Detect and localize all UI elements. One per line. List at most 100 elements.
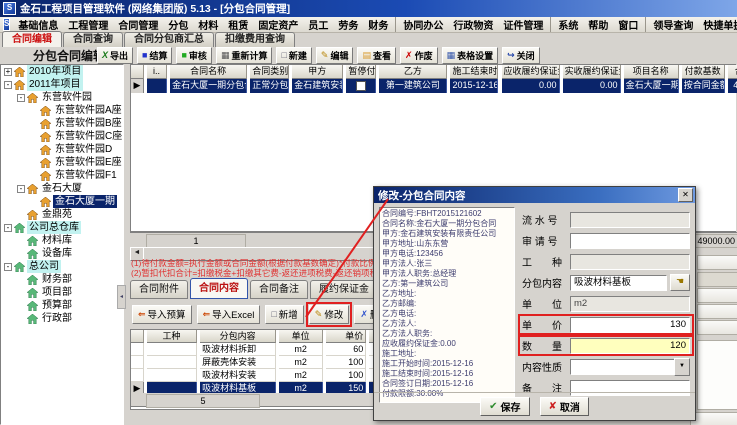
- toolbar-button[interactable]: 作废: [400, 47, 438, 64]
- contract-row[interactable]: ▶ 金石大厦一期分包合同 正常分包 金石建筑安装有限 第一建筑公司 2015-1…: [131, 79, 736, 93]
- toolbar-button[interactable]: 编辑: [316, 47, 354, 64]
- menu-item[interactable]: 合同管理: [113, 17, 163, 32]
- col-contract-amount[interactable]: 合同金额: [728, 65, 737, 79]
- unit-price-input[interactable]: 130: [570, 317, 690, 333]
- tree-expander-icon[interactable]: -: [17, 94, 25, 102]
- toolbar-button[interactable]: 查看: [357, 47, 396, 64]
- toolbar-button[interactable]: 表格设置: [442, 47, 499, 64]
- tree-expander-icon[interactable]: -: [4, 81, 12, 89]
- tree-item[interactable]: 东营软件园C座: [1, 130, 123, 143]
- content-lookup-icon[interactable]: ☚: [670, 274, 690, 291]
- dialog-close-icon[interactable]: ✕: [678, 188, 693, 202]
- detail-toolbar-button[interactable]: 修改: [309, 305, 350, 324]
- tree-expander-icon[interactable]: -: [4, 224, 12, 232]
- tree-item[interactable]: 东营软件园D: [1, 143, 123, 156]
- serial-input[interactable]: [570, 212, 690, 228]
- menu-item[interactable]: 租赁: [223, 17, 253, 32]
- content-input[interactable]: 吸波材料基板: [570, 275, 667, 291]
- cancel-button[interactable]: ✘ 取消: [540, 397, 589, 416]
- tree-item[interactable]: 行政部: [1, 312, 123, 325]
- tree-item[interactable]: - 金石大厦: [1, 182, 123, 195]
- toolbar-button[interactable]: 关闭: [502, 47, 540, 64]
- tree-item[interactable]: 东营软件园A座: [1, 104, 123, 117]
- col-party-a[interactable]: 甲方: [292, 65, 343, 79]
- col-subcontract-content[interactable]: 分包内容: [200, 330, 276, 343]
- col-end-date[interactable]: 施工结束时间: [450, 65, 498, 79]
- tree-item[interactable]: - 东营软件园: [1, 91, 123, 104]
- contract-info-line: 施工结束时间:2015-12-16: [382, 369, 512, 379]
- col-deposit-due[interactable]: 应收履约保证金: [502, 65, 560, 79]
- toolbar-button[interactable]: 新建: [276, 47, 311, 64]
- tree-expander-icon[interactable]: +: [4, 68, 12, 76]
- detail-toolbar-button[interactable]: 新增: [265, 305, 303, 324]
- tree-item[interactable]: 项目部: [1, 286, 123, 299]
- tree-item[interactable]: - 2011年项目: [1, 78, 123, 91]
- toolbar-button[interactable]: 导出: [97, 47, 133, 64]
- menu-item[interactable]: 基础信息: [13, 17, 63, 32]
- menu-item[interactable]: 行政物资: [448, 17, 498, 32]
- tab[interactable]: 合同编辑: [2, 31, 62, 47]
- menu-item[interactable]: 固定资产: [253, 17, 303, 32]
- tab[interactable]: 扣缴费用查询: [215, 32, 295, 47]
- pause-checkbox[interactable]: [356, 81, 366, 91]
- col-contract-name[interactable]: 合同名称: [170, 65, 247, 79]
- save-button[interactable]: ✔ 保存: [480, 397, 529, 416]
- detail-tab[interactable]: 合同内容: [190, 278, 248, 299]
- work-type-input[interactable]: [570, 254, 690, 270]
- tree-item[interactable]: 预算部: [1, 299, 123, 312]
- toolbar-button[interactable]: 重新计算: [216, 47, 273, 64]
- unit-input[interactable]: m2: [570, 296, 690, 312]
- col-pause-payment[interactable]: 暂停付款: [346, 65, 376, 79]
- menu-item[interactable]: 材料: [193, 17, 223, 32]
- nature-select[interactable]: [570, 359, 689, 375]
- detail-tab[interactable]: 合同备注: [250, 280, 308, 299]
- col-party-b[interactable]: 乙方: [379, 65, 447, 79]
- tree-expander-icon[interactable]: -: [4, 263, 12, 271]
- col-unit[interactable]: 单位: [279, 330, 323, 343]
- menu-item[interactable]: 窗口: [613, 17, 646, 32]
- review-no-input[interactable]: [570, 233, 690, 249]
- menu-item[interactable]: 劳务: [333, 17, 363, 32]
- quantity-input[interactable]: 120: [570, 338, 690, 354]
- tree-item[interactable]: 东营软件园B座: [1, 117, 123, 130]
- tree-item[interactable]: 金鼎苑: [1, 208, 123, 221]
- dropdown-arrow-icon[interactable]: ▼: [674, 358, 690, 376]
- detail-tab[interactable]: 合同附件: [130, 280, 188, 299]
- menu-item[interactable]: 员工: [303, 17, 333, 32]
- col-pay-base[interactable]: 付款基数: [682, 65, 725, 79]
- tree-item[interactable]: - 公司总仓库: [1, 221, 123, 234]
- menu-item[interactable]: 分包: [163, 17, 193, 32]
- menu-item[interactable]: 快捷单据: [698, 17, 737, 32]
- dialog-title-bar[interactable]: 修改-分包合同内容 ✕: [374, 187, 695, 203]
- tree-expander-icon[interactable]: -: [17, 185, 25, 193]
- col-contract-type[interactable]: 合同类别: [250, 65, 289, 79]
- tree-item[interactable]: 东营软件园E座: [1, 156, 123, 169]
- col-unit-price[interactable]: 单价: [326, 330, 366, 343]
- tree-item[interactable]: 金石大厦一期: [1, 195, 123, 208]
- detail-toolbar-button[interactable]: 导入Excel: [197, 305, 261, 324]
- splitter-collapse-icon[interactable]: ◂: [117, 285, 126, 309]
- menu-item[interactable]: 工程管理: [63, 17, 113, 32]
- col-project-name[interactable]: 项目名称: [624, 65, 679, 79]
- detail-tab[interactable]: 履约保证金: [310, 280, 378, 299]
- menu-item[interactable]: 领导查询: [648, 17, 698, 32]
- menu-item[interactable]: 帮助: [583, 17, 613, 32]
- toolbar-button[interactable]: 审核: [176, 47, 211, 64]
- menu-item[interactable]: 财务: [363, 17, 396, 32]
- tab[interactable]: 合同查询: [63, 32, 123, 47]
- detail-toolbar-button[interactable]: 导入预算: [132, 305, 192, 324]
- menu-item[interactable]: 系统: [553, 17, 583, 32]
- tree-item[interactable]: 财务部: [1, 273, 123, 286]
- tree-item[interactable]: 东营软件园F1: [1, 169, 123, 182]
- menu-item[interactable]: 协同办公: [398, 17, 448, 32]
- col-work-type[interactable]: 工种: [147, 330, 197, 343]
- tree-item[interactable]: 材料库: [1, 234, 123, 247]
- tree-item[interactable]: 设备库: [1, 247, 123, 260]
- col-deposit-received[interactable]: 实收履约保证金: [563, 65, 621, 79]
- col-index[interactable]: i..: [147, 65, 167, 79]
- tree-item[interactable]: + 2010年项目: [1, 65, 123, 78]
- tab[interactable]: 合同分包商汇总: [124, 32, 214, 47]
- tree-item[interactable]: - 总公司: [1, 260, 123, 273]
- menu-item[interactable]: 证件管理: [498, 17, 551, 32]
- toolbar-button[interactable]: 结算: [137, 47, 172, 64]
